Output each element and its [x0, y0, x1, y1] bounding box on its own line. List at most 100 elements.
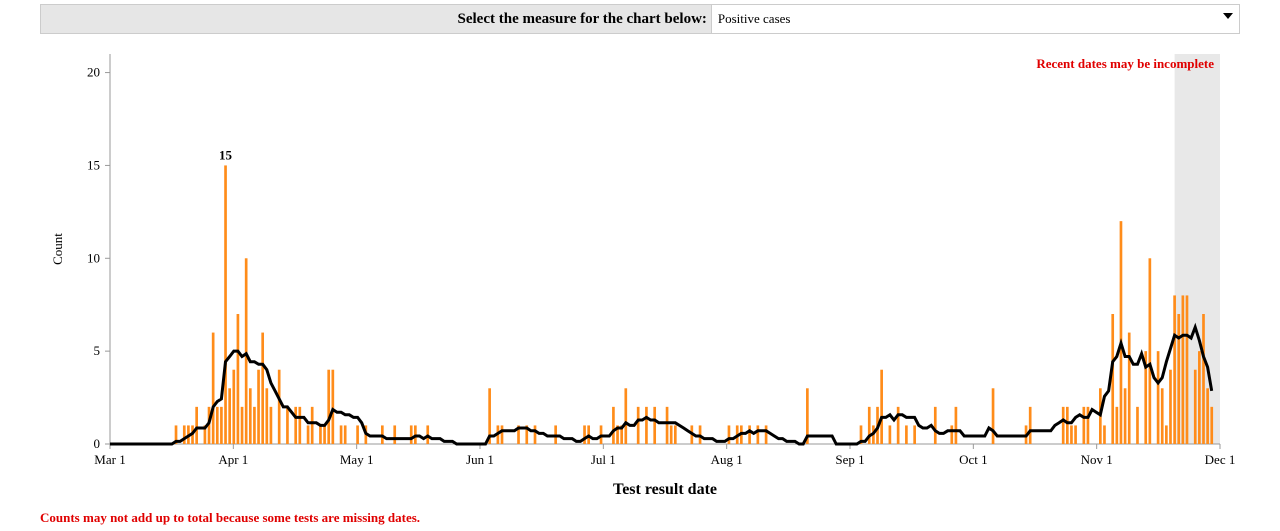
- bar: [1029, 407, 1032, 444]
- x-tick-label: Dec 1: [1205, 452, 1236, 467]
- bar: [323, 425, 326, 444]
- bar: [583, 425, 586, 444]
- bar: [501, 425, 504, 444]
- measure-select-label: Select the measure for the chart below:: [458, 11, 711, 28]
- bar: [237, 314, 240, 444]
- bar: [1157, 351, 1160, 444]
- bar: [674, 425, 677, 444]
- bar: [1103, 425, 1106, 444]
- x-tick-label: Jun 1: [466, 452, 494, 467]
- x-tick-label: Jul 1: [591, 452, 616, 467]
- bar: [265, 388, 268, 444]
- bar: [261, 333, 264, 444]
- bar: [992, 388, 995, 444]
- bar: [344, 425, 347, 444]
- bar: [228, 388, 231, 444]
- bar: [1062, 407, 1065, 444]
- bar: [1066, 407, 1069, 444]
- bar: [1116, 407, 1119, 444]
- bar: [1161, 388, 1164, 444]
- bar: [340, 425, 343, 444]
- measure-select-value: Positive cases: [712, 5, 1239, 33]
- bar: [270, 407, 273, 444]
- bar: [286, 407, 289, 444]
- bar: [216, 407, 219, 444]
- footnote-missing-dates: Counts may not add up to total because s…: [40, 510, 1280, 526]
- bar: [955, 407, 958, 444]
- bar: [880, 370, 883, 444]
- measure-select-bar: Select the measure for the chart below: …: [40, 4, 1240, 34]
- bar: [1149, 258, 1152, 444]
- bar: [624, 388, 627, 444]
- bar: [232, 370, 235, 444]
- bar: [1074, 425, 1077, 444]
- bar: [356, 425, 359, 444]
- bar: [934, 407, 937, 444]
- x-tick-label: Mar 1: [94, 452, 125, 467]
- y-tick-label: 20: [87, 65, 100, 80]
- bar: [195, 407, 198, 444]
- bar: [294, 407, 297, 444]
- bar: [1169, 370, 1172, 444]
- chevron-down-icon: [1223, 13, 1233, 19]
- x-tick-label: May 1: [340, 452, 374, 467]
- bar: [1082, 407, 1085, 444]
- bar: [212, 333, 215, 444]
- bar: [913, 425, 916, 444]
- bar: [653, 407, 656, 444]
- bar: [1198, 351, 1201, 444]
- bar: [905, 425, 908, 444]
- bar: [311, 407, 314, 444]
- bar: [637, 407, 640, 444]
- bar: [728, 425, 731, 444]
- x-tick-label: Apr 1: [218, 452, 248, 467]
- bar: [183, 425, 186, 444]
- bar: [249, 388, 252, 444]
- peak-label: 15: [219, 147, 233, 162]
- bar: [1128, 333, 1131, 444]
- y-tick-label: 15: [87, 157, 100, 172]
- bar: [393, 425, 396, 444]
- bar: [253, 407, 256, 444]
- bar: [410, 425, 413, 444]
- x-tick-label: Aug 1: [711, 452, 743, 467]
- bar: [1177, 314, 1180, 444]
- bar: [220, 407, 223, 444]
- bar: [950, 425, 953, 444]
- bar: [327, 370, 330, 444]
- y-tick-label: 0: [94, 436, 101, 451]
- bar: [757, 425, 760, 444]
- y-axis-title: Count: [50, 233, 65, 265]
- bar: [645, 407, 648, 444]
- bar: [1186, 295, 1189, 444]
- y-tick-label: 10: [87, 250, 100, 265]
- moving-average-line: [110, 327, 1212, 444]
- bar: [1120, 221, 1123, 444]
- bar: [1173, 295, 1176, 444]
- incomplete-warning: Recent dates may be incomplete: [1036, 56, 1214, 71]
- bar: [897, 407, 900, 444]
- chart: 0 5 10 15 20 Count Mar 1 Apr 1 May 1 Jun 1 Jul 1 Au…: [40, 34, 1240, 504]
- x-tick-label: Sep 1: [835, 452, 864, 467]
- bar: [224, 165, 227, 444]
- bar: [241, 407, 244, 444]
- bar: [1194, 370, 1197, 444]
- bar: [257, 370, 260, 444]
- bar: [534, 425, 537, 444]
- bar: [278, 370, 281, 444]
- bar: [670, 425, 673, 444]
- bar: [331, 370, 334, 444]
- bar: [319, 425, 322, 444]
- incomplete-region: [1175, 54, 1220, 444]
- bar: [1070, 425, 1073, 444]
- bar: [1206, 388, 1209, 444]
- bar: [612, 407, 615, 444]
- bar: [765, 425, 768, 444]
- measure-select[interactable]: Positive cases: [711, 5, 1239, 33]
- y-tick-label: 5: [94, 343, 101, 358]
- bar: [245, 258, 248, 444]
- bar: [748, 425, 751, 444]
- bar: [307, 425, 310, 444]
- bar: [1210, 407, 1213, 444]
- bar: [1124, 388, 1127, 444]
